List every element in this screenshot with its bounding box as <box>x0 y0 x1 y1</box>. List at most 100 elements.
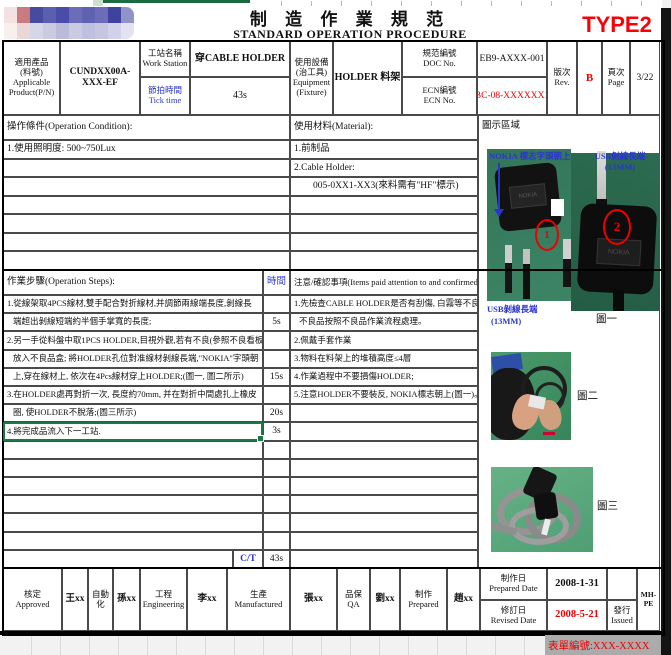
time-cell[interactable] <box>263 477 290 495</box>
empty-cell[interactable] <box>290 459 478 477</box>
automation-name-cell[interactable]: 孫xx <box>113 568 140 631</box>
time-cell[interactable] <box>263 532 290 550</box>
step-line-cell[interactable]: 端超出剝線短端約半個手掌寬的長度; <box>3 313 263 331</box>
empty-cell[interactable] <box>3 513 263 532</box>
empty-cell[interactable] <box>3 532 263 550</box>
station-value-cell[interactable]: 穿CABLE HOLDER <box>190 41 290 77</box>
material-item-cell[interactable]: 2.Cable Holder: <box>290 159 478 177</box>
engineering-name-cell[interactable]: 李xx <box>187 568 227 631</box>
manufactured-name-cell[interactable]: 張xx <box>290 568 337 631</box>
qa-name-cell[interactable]: 劉xx <box>370 568 400 631</box>
qa-label-cell[interactable]: 品保 QA <box>337 568 370 631</box>
revised-date-value-cell[interactable]: 2008-5-21 <box>547 600 607 631</box>
time-cell[interactable]: 20s <box>263 404 290 422</box>
station-label-cell[interactable]: 工站名稱 Work Station <box>140 41 190 77</box>
rev-value-cell[interactable]: B <box>577 41 602 115</box>
empty-cell[interactable] <box>290 477 478 495</box>
attention-line-cell[interactable]: 2.佩戴手套作業 <box>290 331 478 350</box>
empty-cell[interactable] <box>3 214 290 233</box>
empty-cell[interactable] <box>290 513 478 532</box>
time-cell[interactable] <box>263 331 290 350</box>
ecn-no-label-cell[interactable]: ECN編號 ECN No. <box>402 77 477 115</box>
attention-line-cell[interactable]: 3.物料在料架上的堆積高度≤4層 <box>290 350 478 368</box>
step-line-cell[interactable]: 3.在HOLDER處再對折一次, 長度約70mm, 并在對折中間處扎上橡皮 <box>3 386 263 404</box>
prepared-date-label-cell[interactable]: 制作日 Prepared Date <box>480 568 547 600</box>
empty-cell[interactable] <box>290 422 478 441</box>
revised-date-label-cell[interactable]: 修訂日 Revised Date <box>480 600 547 631</box>
empty-cell[interactable] <box>3 459 263 477</box>
empty-cell[interactable] <box>290 532 478 550</box>
issued-value-cell[interactable]: MH-PE <box>637 568 660 631</box>
type-label[interactable]: TYPE2 <box>575 12 659 37</box>
empty-cell[interactable] <box>3 495 263 513</box>
time-cell[interactable]: 5s <box>263 313 290 331</box>
empty-cell[interactable] <box>3 251 290 270</box>
approved-label-cell[interactable]: 核定 Approved <box>3 568 62 631</box>
equipment-value-cell[interactable]: HOLDER 料架 <box>333 41 402 115</box>
empty-cell[interactable] <box>3 159 290 177</box>
ct-label-cell[interactable]: C/T <box>233 550 263 568</box>
time-cell[interactable] <box>263 295 290 313</box>
time-header-cell[interactable]: 時間 <box>263 270 290 295</box>
product-label-cell[interactable]: 適用產品 (料號) Applicable Product(P/N) <box>3 41 60 115</box>
step-line-cell[interactable]: 放入不良品盒; 將HOLDER孔位對准線材剝線長端,"NOKIA"字頭朝 <box>3 350 263 368</box>
time-cell[interactable] <box>263 459 290 477</box>
time-cell[interactable]: 3s <box>263 422 290 441</box>
prepared-name-cell[interactable]: 趙xx <box>447 568 480 631</box>
condition-item-cell[interactable]: 1.使用照明度: 500~750Lux <box>3 140 290 159</box>
attention-line-cell[interactable]: 4.作業過程中不要損傷HOLDER; <box>290 368 478 386</box>
empty-cell[interactable] <box>290 233 478 251</box>
empty-cell[interactable] <box>290 441 478 459</box>
time-cell[interactable]: 15s <box>263 368 290 386</box>
material-item-cell[interactable]: 1.前制品 <box>290 140 478 159</box>
step-line-cell[interactable]: 上,穿在線材上, 依次在4Pcs線材穿上HOLDER;(圖一, 圖二所示) <box>3 368 263 386</box>
doc-no-label-cell[interactable]: 規范編號 DOC No. <box>402 41 477 77</box>
step-line-cell-selected[interactable]: 4.將完成品流入下一工站. <box>3 422 263 441</box>
condition-header-cell[interactable]: 操作條件(Operation Condition): <box>3 115 290 140</box>
material-header-cell[interactable]: 使用材料(Material): <box>290 115 478 140</box>
page-no-label-cell[interactable]: 頁次 Page <box>602 41 630 115</box>
prepared-label-cell[interactable]: 制作 Prepared <box>400 568 447 631</box>
rev-label-cell[interactable]: 版次 Rev. <box>547 41 577 115</box>
page-subtitle[interactable]: STANDARD OPERATION PROCEDURE <box>170 28 530 42</box>
empty-cell[interactable] <box>3 196 290 214</box>
empty-cell[interactable] <box>290 196 478 214</box>
empty-cell[interactable] <box>3 177 290 196</box>
issued-label-cell[interactable]: 發行 Issued <box>607 600 637 631</box>
time-cell[interactable] <box>263 495 290 513</box>
step-line-cell[interactable]: 圈, 使HOLDER不脫落;(圖三所示) <box>3 404 263 422</box>
empty-cell[interactable] <box>3 477 263 495</box>
empty-cell[interactable] <box>290 550 478 568</box>
time-cell[interactable] <box>263 350 290 368</box>
time-cell[interactable] <box>263 386 290 404</box>
step-line-cell[interactable]: 2.另一手從料盤中取1PCS HOLDER,目視外觀,若有不良(參照不良看板) <box>3 331 263 350</box>
engineering-label-cell[interactable]: 工程 Engineering <box>140 568 187 631</box>
ecn-no-value-cell[interactable]: BC-08-XXXXXX1 <box>477 77 547 115</box>
ct-value-cell[interactable]: 43s <box>263 550 290 568</box>
material-item-cell[interactable]: 005-0XX1-XX3(來料需有"HF"標示) <box>290 177 478 196</box>
equipment-label-cell[interactable]: 使用設備 (治工具) Equipment (Fixture) <box>290 41 333 115</box>
tick-time-label-cell[interactable]: 節拍時間 Tick time <box>140 77 190 115</box>
time-cell[interactable] <box>263 513 290 532</box>
prepared-date-value-cell[interactable]: 2008-1-31 <box>547 568 607 600</box>
attention-line-cell[interactable]: 1.先檢查CABLE HOLDER是否有刮傷, 白霧等不良, <box>290 295 478 313</box>
empty-cell[interactable] <box>290 495 478 513</box>
page-no-value-cell[interactable]: 3/22 <box>630 41 660 115</box>
attention-header-cell[interactable]: 注意/確認事項(Items paid attention to and conf… <box>290 270 478 295</box>
empty-cell[interactable] <box>607 568 637 600</box>
time-cell[interactable] <box>263 441 290 459</box>
doc-no-value-cell[interactable]: EB9-AXXX-001 <box>477 41 547 77</box>
tick-time-value-cell[interactable]: 43s <box>190 77 290 115</box>
empty-cell[interactable] <box>290 404 478 422</box>
empty-cell[interactable] <box>3 233 290 251</box>
steps-header-cell[interactable]: 作業步驟(Operation Steps): <box>3 270 263 295</box>
step-line-cell[interactable]: 1.從線架取4PCS線材,雙手配合對折線材,并調節兩線端長度,剝線長 <box>3 295 263 313</box>
approved-name-cell[interactable]: 王xx <box>62 568 88 631</box>
empty-cell[interactable] <box>290 251 478 270</box>
empty-cell[interactable] <box>3 550 233 568</box>
empty-cell[interactable] <box>3 441 263 459</box>
attention-line-cell[interactable]: 不良品按照不良品作業流程處理。 <box>290 313 478 331</box>
manufactured-label-cell[interactable]: 生產 Manufactured <box>227 568 290 631</box>
automation-label-cell[interactable]: 自動 化 <box>88 568 113 631</box>
empty-cell[interactable] <box>290 214 478 233</box>
